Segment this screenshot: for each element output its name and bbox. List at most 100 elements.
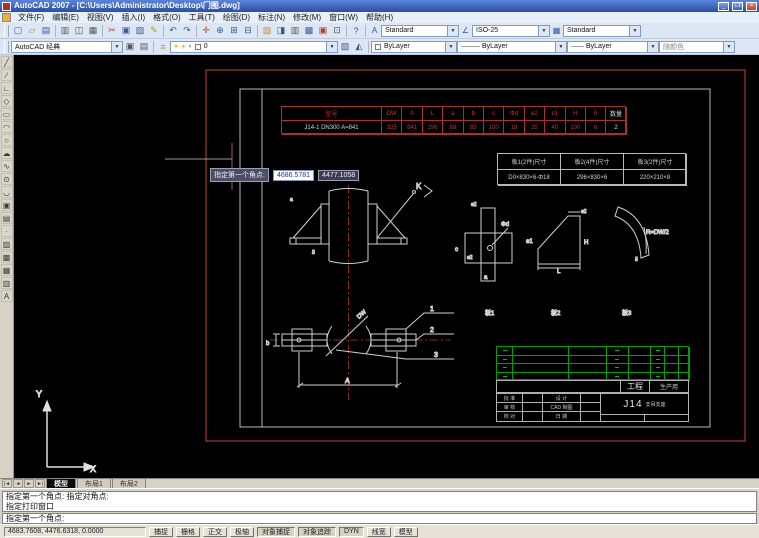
cut-button[interactable]: ✂ [105, 24, 119, 38]
menu-item-window[interactable]: 窗口(W) [325, 12, 362, 23]
color-select[interactable]: ByLayer ▼ [371, 41, 457, 53]
ellipse-arc-tool[interactable]: ◡ [1, 186, 13, 198]
dyn-button[interactable]: DYN [339, 527, 364, 537]
otrack-button[interactable]: 对象追踪 [298, 527, 336, 537]
chevron-down-icon[interactable]: ▼ [538, 26, 549, 36]
make-block-tool[interactable]: ▤ [1, 212, 13, 224]
line-tool[interactable]: ╱ [1, 56, 13, 68]
properties-button[interactable]: ▧ [260, 24, 274, 38]
menu-item-modify[interactable]: 修改(M) [289, 12, 325, 23]
ellipse-tool[interactable]: ⊙ [1, 173, 13, 185]
osnap-button[interactable]: 对象捕捉 [257, 527, 295, 537]
zoom-window-button[interactable]: ⊞ [227, 24, 241, 38]
chevron-down-icon[interactable]: ▼ [647, 42, 658, 52]
polar-button[interactable]: 极轴 [230, 527, 254, 537]
layer-properties-button[interactable]: ≡ [156, 40, 170, 54]
toolbar-grip[interactable] [4, 41, 9, 53]
workspace-settings-button[interactable]: ▣ [123, 40, 137, 54]
menu-item-draw[interactable]: 绘图(D) [219, 12, 254, 23]
arc-tool[interactable]: ◠ [1, 121, 13, 133]
tab-last-button[interactable]: ►| [35, 479, 45, 488]
sheet-set-button[interactable]: ▩ [302, 24, 316, 38]
text-style-select[interactable]: Standard ▼ [381, 25, 459, 37]
circle-tool[interactable]: ○ [1, 134, 13, 146]
xline-tool[interactable]: ∕ [1, 69, 13, 81]
chevron-down-icon[interactable]: ▼ [111, 42, 122, 52]
pan-button[interactable]: ✛ [199, 24, 213, 38]
dyn-x-input[interactable]: 4686.5781 [273, 170, 314, 181]
command-history[interactable]: 指定第一个角点: 指定对角点: 指定打印窗口 [2, 491, 757, 512]
open-button[interactable]: ▱ [25, 24, 39, 38]
toolbar-grip[interactable] [4, 25, 9, 37]
point-tool[interactable]: · [1, 225, 13, 237]
hatch-tool[interactable]: ▨ [1, 238, 13, 250]
lwt-button[interactable]: 线宽 [367, 527, 391, 537]
close-button[interactable]: × [746, 2, 757, 11]
workspace-select[interactable]: AutoCAD 经典 ▼ [11, 41, 123, 53]
layer-previous-button[interactable]: ◭ [352, 40, 366, 54]
undo-button[interactable]: ↶ [166, 24, 180, 38]
plot-button[interactable]: ▥ [58, 24, 72, 38]
menu-item-dimension[interactable]: 标注(N) [254, 12, 289, 23]
designcenter-button[interactable]: ◨ [274, 24, 288, 38]
menu-item-view[interactable]: 视图(V) [83, 12, 118, 23]
layer-select[interactable]: ● ☀ ◐ 0 ▼ [170, 41, 338, 53]
markup-button[interactable]: ▣ [316, 24, 330, 38]
grid-button[interactable]: 栅格 [176, 527, 200, 537]
chevron-down-icon[interactable]: ▼ [447, 26, 458, 36]
layer-on-icon[interactable]: ● [174, 43, 178, 50]
plot-style-select[interactable]: 随颜色 ▼ [659, 41, 735, 53]
chevron-down-icon[interactable]: ▼ [555, 42, 566, 52]
copy-button[interactable]: ▣ [119, 24, 133, 38]
table-tool[interactable]: ▥ [1, 277, 13, 289]
new-button[interactable]: ▢ [11, 24, 25, 38]
menu-item-edit[interactable]: 编辑(E) [48, 12, 83, 23]
calculator-button[interactable]: ⊡ [330, 24, 344, 38]
revcloud-tool[interactable]: ☁ [1, 147, 13, 159]
ortho-button[interactable]: 正交 [203, 527, 227, 537]
chevron-down-icon[interactable]: ▼ [326, 42, 337, 52]
minimize-button[interactable]: _ [718, 2, 729, 11]
chevron-down-icon[interactable]: ▼ [445, 42, 456, 52]
table-style-select[interactable]: Standard ▼ [563, 25, 641, 37]
zoom-previous-button[interactable]: ⊟ [241, 24, 255, 38]
coords-readout[interactable]: 4683.7608, 4476.6318, 0.0000 [4, 527, 146, 537]
linetype-select[interactable]: ——— ByLayer ▼ [457, 41, 567, 53]
layer-freeze-icon[interactable]: ☀ [180, 43, 186, 51]
mtext-tool[interactable]: A [1, 290, 13, 302]
gradient-tool[interactable]: ▩ [1, 251, 13, 263]
menu-item-insert[interactable]: 插入(I) [118, 12, 150, 23]
tab-layout1[interactable]: 布局1 [77, 478, 111, 488]
match-properties-button[interactable]: ✎ [147, 24, 161, 38]
make-object-layer-current-button[interactable]: ▧ [338, 40, 352, 54]
lineweight-select[interactable]: —— ByLayer ▼ [567, 41, 659, 53]
layer-color-swatch[interactable] [195, 44, 201, 50]
menu-item-help[interactable]: 帮助(H) [362, 12, 397, 23]
tab-next-button[interactable]: ► [24, 479, 34, 488]
chevron-down-icon[interactable]: ▼ [629, 26, 640, 36]
tab-model[interactable]: 模型 [46, 478, 76, 488]
menu-item-tools[interactable]: 工具(T) [185, 12, 219, 23]
chevron-down-icon[interactable]: ▼ [723, 42, 734, 52]
tool-palettes-button[interactable]: ▥ [288, 24, 302, 38]
polygon-tool[interactable]: ◇ [1, 95, 13, 107]
menu-item-format[interactable]: 格式(O) [149, 12, 185, 23]
restore-button[interactable]: ❐ [732, 2, 743, 11]
tab-first-button[interactable]: |◄ [2, 479, 12, 488]
redo-button[interactable]: ↷ [180, 24, 194, 38]
spline-tool[interactable]: ∿ [1, 160, 13, 172]
rectangle-tool[interactable]: ▭ [1, 108, 13, 120]
layer-lock-icon[interactable]: ◐ [189, 43, 193, 50]
save-button[interactable]: ▤ [39, 24, 53, 38]
paste-button[interactable]: ▨ [133, 24, 147, 38]
dim-style-select[interactable]: ISO-25 ▼ [472, 25, 550, 37]
zoom-realtime-button[interactable]: ⊕ [213, 24, 227, 38]
polyline-tool[interactable]: ∟ [1, 82, 13, 94]
save-workspace-button[interactable]: ▤ [137, 40, 151, 54]
region-tool[interactable]: ▦ [1, 264, 13, 276]
drawing-canvas[interactable]: K a δ Φd e2 c e2 a 板1 e2 [14, 55, 759, 478]
plot-preview-button[interactable]: ◫ [72, 24, 86, 38]
dyn-y-input[interactable]: 4477.1058 [318, 170, 359, 181]
command-input[interactable]: 指定第一个角点: [2, 513, 757, 524]
insert-block-tool[interactable]: ▣ [1, 199, 13, 211]
